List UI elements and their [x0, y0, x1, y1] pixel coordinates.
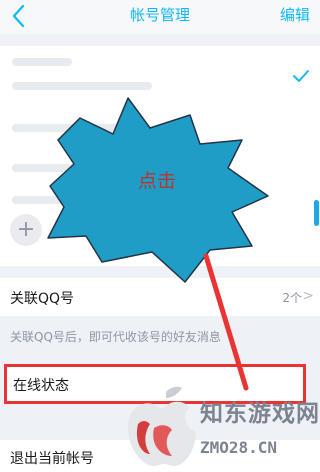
apple-logo-icon — [128, 386, 196, 466]
logout-label: 退出当前帐号 — [10, 451, 94, 467]
add-account-button[interactable]: 添加 — [54, 220, 82, 240]
linked-qq-row[interactable]: 关联QQ号 2个 > — [0, 278, 320, 316]
checkmark-icon — [293, 70, 309, 82]
account-placeholder — [12, 82, 152, 90]
scroll-indicator — [314, 200, 319, 226]
chevron-right-icon: > — [302, 288, 314, 304]
account-placeholder — [12, 164, 102, 172]
navigation-bar: 帐号管理 编辑 — [0, 0, 320, 34]
account-list — [0, 46, 320, 266]
edit-button[interactable]: 编辑 — [280, 4, 310, 25]
account-placeholder — [12, 124, 122, 132]
click-annotation-label: 点击 — [138, 170, 177, 192]
online-status-label: 在线状态 — [13, 378, 69, 394]
watermark-text: 知东游戏网 — [200, 401, 320, 427]
add-account-icon[interactable]: + — [10, 214, 42, 246]
linked-qq-hint: 关联QQ号后，即可代收该号的好友消息 — [10, 330, 221, 344]
watermark-url: ZMO28.CN — [200, 438, 278, 457]
linked-qq-label: 关联QQ号 — [10, 291, 75, 307]
site-watermark: 知东游戏网 ZMO28.CN — [120, 378, 320, 472]
account-placeholder — [12, 58, 72, 66]
page-title: 帐号管理 — [129, 6, 190, 24]
linked-qq-count: 2个 — [282, 291, 302, 305]
account-placeholder — [12, 196, 142, 204]
